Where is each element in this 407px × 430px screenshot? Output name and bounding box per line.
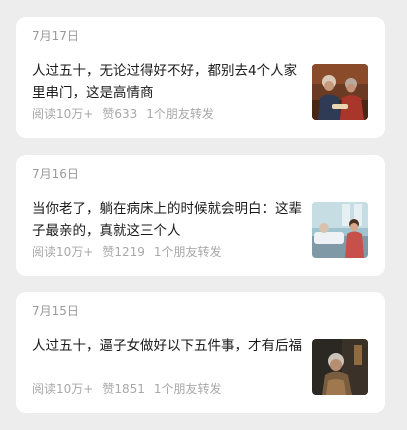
article-thumbnail[interactable] [312,64,368,120]
article-date: 7月15日 [32,304,79,318]
article-stats: 阅读10万+ 赞1851 1个朋友转发 [32,381,231,397]
article-stats: 阅读10万+ 赞633 1个朋友转发 [32,106,223,122]
article-thumbnail[interactable] [312,339,368,395]
like-count: 赞633 [102,107,138,121]
article-stats: 阅读10万+ 赞1219 1个朋友转发 [32,244,231,260]
article-date: 7月16日 [32,167,79,181]
share-info: 1个朋友转发 [153,245,222,259]
article-title[interactable]: 当你老了，躺在病床上的时候就会明白：这辈子最亲的，真就这三个人 [32,198,302,242]
article-card[interactable]: 7月15日 人过五十，逼子女做好以下五件事，才有后福 阅读10万+ 赞1851 1个… [16,292,385,413]
like-count: 赞1851 [102,382,145,396]
article-thumbnail[interactable] [312,202,368,258]
article-title[interactable]: 人过五十，无论过得好不好，都别去4个人家里串门，这是高情商 [32,60,302,104]
article-date: 7月17日 [32,29,79,43]
read-count: 阅读10万+ [32,382,94,396]
share-info: 1个朋友转发 [146,107,214,121]
read-count: 阅读10万+ [32,107,94,121]
article-card[interactable]: 7月17日 人过五十，无论过得好不好，都别去4个人家里串门，这是高情商 阅读10… [16,17,385,138]
article-title[interactable]: 人过五十，逼子女做好以下五件事，才有后福 [32,335,302,357]
share-info: 1个朋友转发 [153,382,222,396]
article-card[interactable]: 7月16日 当你老了，躺在病床上的时候就会明白：这辈子最亲的，真就这三个人 阅读… [16,155,385,276]
like-count: 赞1219 [102,245,145,259]
read-count: 阅读10万+ [32,245,94,259]
